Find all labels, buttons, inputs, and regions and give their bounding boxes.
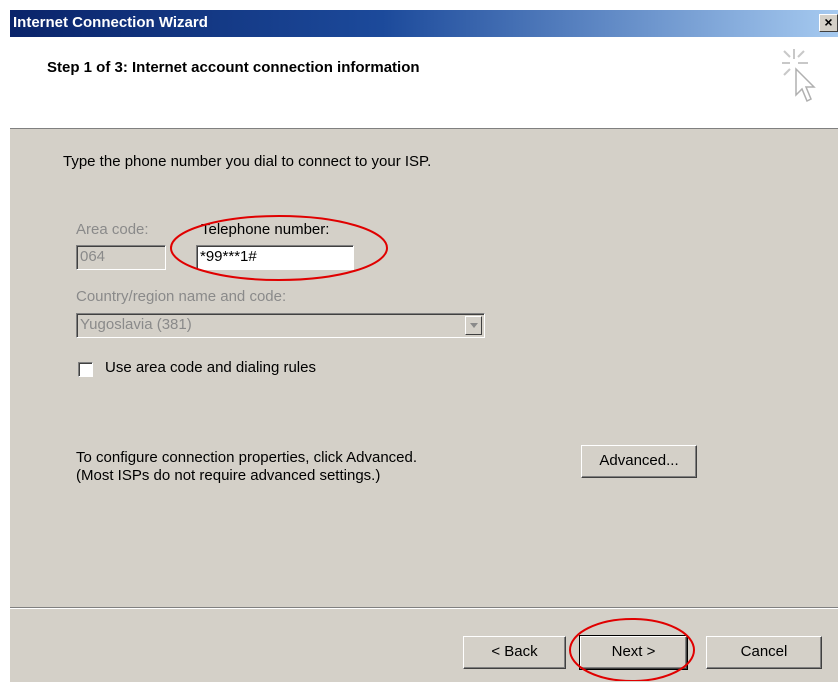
country-label: Country/region name and code: [76,288,287,305]
telephone-number-field[interactable]: *99***1# [196,245,354,270]
area-code-label: Area code: [76,221,149,238]
area-code-field[interactable]: 064 [76,245,166,270]
window-title: Internet Connection Wizard [13,14,208,31]
next-button[interactable]: Next > [579,635,688,670]
wizard-footer: < Back Next > Cancel [10,607,838,682]
country-select-value: Yugoslavia (381) [80,316,192,333]
telephone-label: Telephone number: [201,221,330,238]
instruction-text: Type the phone number you dial to connec… [63,153,432,170]
advanced-note-line2: (Most ISPs do not require advanced setti… [76,467,381,484]
dropdown-arrow-button[interactable] [465,316,482,335]
back-button[interactable]: < Back [463,636,566,669]
close-button[interactable]: × [819,14,838,32]
use-area-code-checkbox[interactable] [78,362,93,377]
chevron-down-icon [470,323,478,328]
wizard-content: Type the phone number you dial to connec… [10,129,838,607]
advanced-button[interactable]: Advanced... [581,445,697,478]
country-select[interactable]: Yugoslavia (381) [76,313,485,338]
wizard-cursor-icon [778,45,822,121]
advanced-note-line1: To configure connection properties, clic… [76,449,418,466]
title-bar: Internet Connection Wizard × [10,10,838,37]
close-icon: × [824,14,833,30]
wizard-header: Step 1 of 3: Internet account connection… [10,37,838,129]
cancel-button[interactable]: Cancel [706,636,822,669]
step-title: Step 1 of 3: Internet account connection… [47,59,420,76]
use-area-code-label: Use area code and dialing rules [105,359,316,376]
